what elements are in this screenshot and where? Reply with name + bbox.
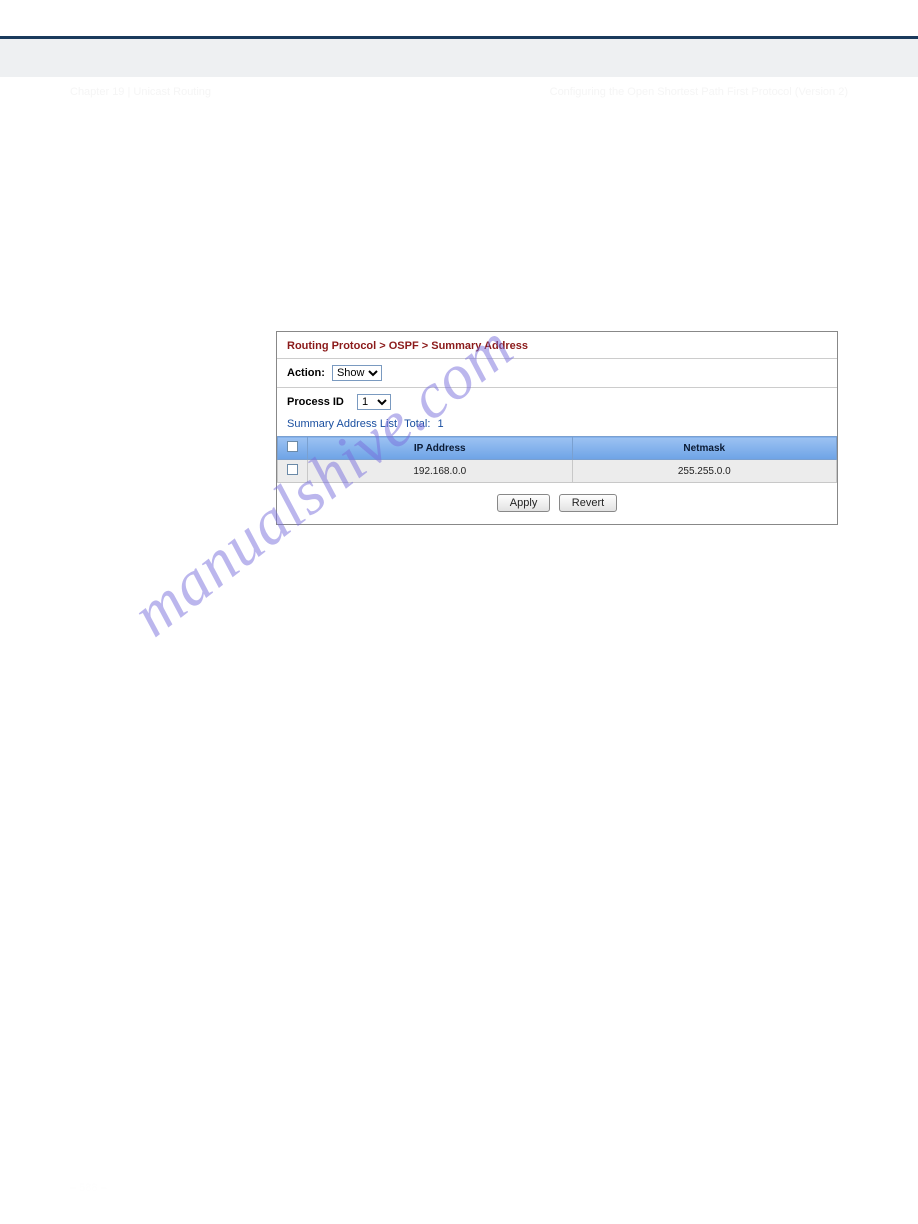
instruction-step-2: 2.Select Show from the Action list. [96,202,836,221]
column-netmask: Netmask [572,437,837,460]
config-panel: Routing Protocol > OSPF > Summary Addres… [276,331,838,525]
section-label: Configuring the Open Shortest Path First… [550,86,848,98]
action-row: Action: Show [277,359,837,388]
instruction-step-3: 3.Select the required Process ID. [96,226,836,245]
cell-ip: 192.168.0.0 [308,460,573,483]
step-text: Select Show from the Action list. [112,204,283,218]
list-title: Summary Address List Total: 1 [277,414,837,436]
button-row: Apply Revert [277,483,837,524]
revert-button[interactable]: Revert [559,494,617,512]
breadcrumb: Routing Protocol > OSPF > Summary Addres… [277,332,837,359]
cell-netmask: 255.255.0.0 [572,460,837,483]
row-checkbox-cell [278,460,308,483]
action-select[interactable]: Show [332,365,382,381]
process-id-row: Process ID 1 [277,388,837,414]
process-id-select[interactable]: 1 [357,394,391,410]
instruction-step-1: 1.Click Routing Protocol, OSPF, Summary … [96,179,836,198]
summary-address-table: IP Address Netmask 192.168.0.0 255.255.0… [277,436,837,483]
column-ip: IP Address [308,437,573,460]
list-title-text: Summary Address List [287,418,397,430]
select-all-checkbox[interactable] [287,441,298,452]
row-checkbox[interactable] [287,464,298,475]
instruction-lead: To show the summary addresses: [96,156,836,175]
step-text: Click Routing Protocol, OSPF, Summary Ad… [112,181,376,195]
table-row: 192.168.0.0 255.255.0.0 [278,460,837,483]
header-band [0,39,918,77]
action-label: Action: [287,367,325,379]
instruction-block: To show the summary addresses: 1.Click R… [96,156,836,249]
apply-button[interactable]: Apply [497,494,551,512]
chapter-label: Chapter 19 | Unicast Routing [70,86,211,98]
figure-caption: Figure 384: Showing Summary Addresses fo… [96,314,435,326]
process-id-label: Process ID [287,396,344,408]
list-total-value: 1 [437,418,443,430]
header-checkbox-cell [278,437,308,460]
page-number: – 588 – [70,1182,107,1194]
list-total-label: Total: [404,418,430,430]
step-text: Select the required Process ID. [112,228,278,242]
table-header-row: IP Address Netmask [278,437,837,460]
